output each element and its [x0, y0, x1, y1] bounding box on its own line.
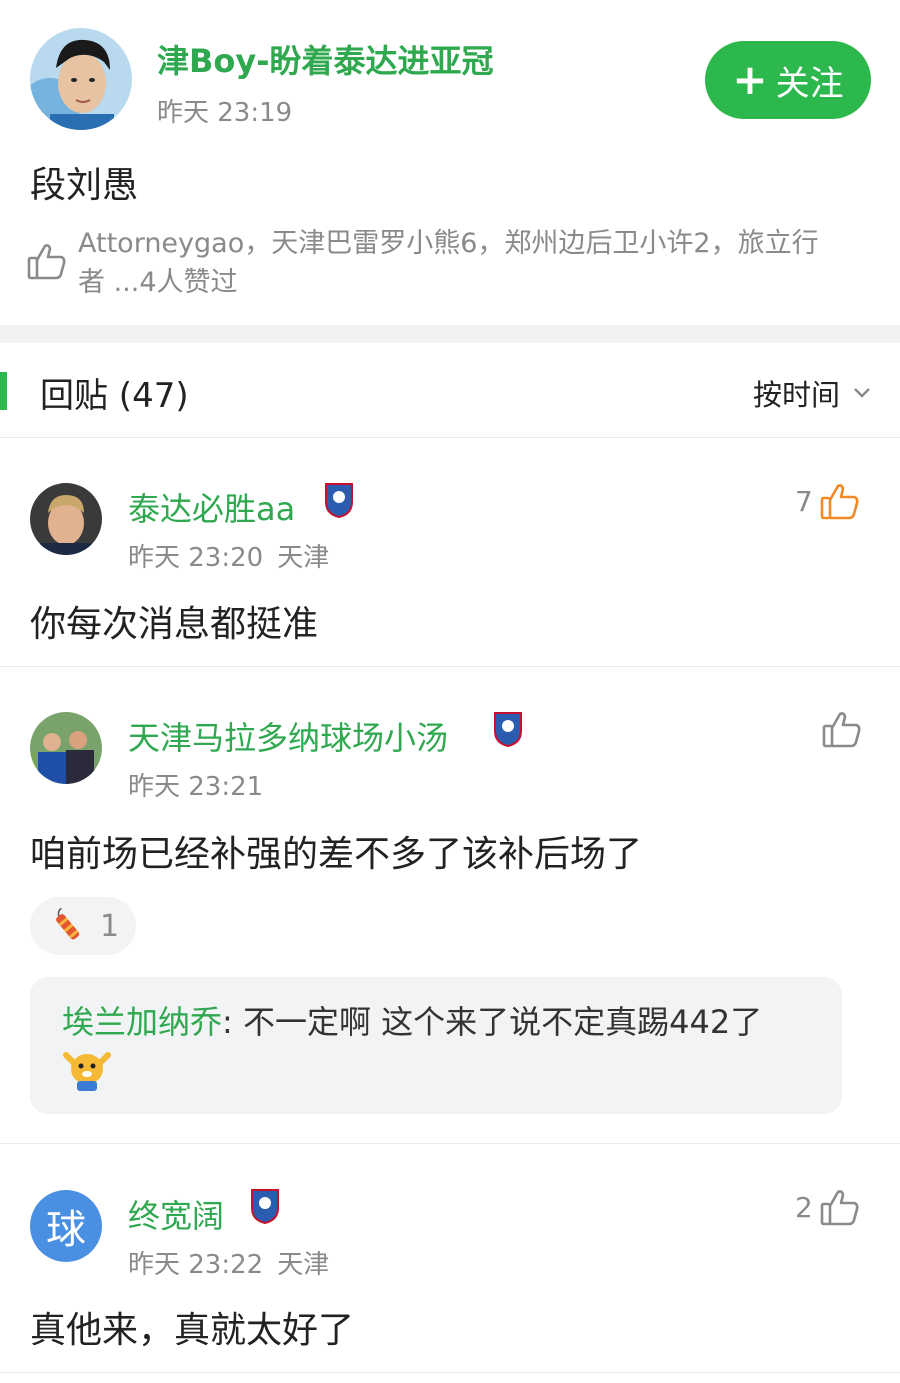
- thumbs-up-icon: [820, 484, 859, 520]
- divider: [0, 1372, 900, 1373]
- comment-like-button[interactable]: 2: [795, 1186, 861, 1228]
- post-time: 昨天 23:19: [157, 98, 293, 128]
- comment-meta: 昨天 23:22 天津: [128, 1250, 330, 1280]
- team-badge-icon: [493, 711, 523, 748]
- comment-username[interactable]: 天津马拉多纳球场小汤: [128, 713, 448, 759]
- section-separator: [0, 325, 900, 343]
- comment-meta: 昨天 23:20 天津: [128, 543, 330, 573]
- comment-username[interactable]: 终宽阔: [128, 1191, 224, 1237]
- like-count: 2: [795, 1190, 813, 1224]
- post-content: 段刘愚: [30, 165, 139, 206]
- thumbs-up-icon: [27, 244, 66, 280]
- sub-reply-username[interactable]: 埃兰加纳乔: [62, 1003, 222, 1041]
- likers-list[interactable]: Attorneygao，天津巴雷罗小熊6，郑州边后卫小许2，旅立行者 ...4人…: [78, 224, 838, 302]
- team-badge-icon: [250, 1188, 280, 1225]
- replies-accent-bar: [0, 372, 7, 410]
- firecracker-icon: [56, 907, 80, 940]
- divider: [0, 437, 900, 438]
- comment-username[interactable]: 泰达必胜aa: [128, 484, 295, 530]
- sub-reply-box[interactable]: 埃兰加纳乔: 不一定啊 这个来了说不定真踢442了: [30, 977, 842, 1114]
- team-badge-icon: [324, 482, 354, 519]
- chevron-down-icon: [854, 388, 870, 398]
- divider: [0, 1143, 900, 1144]
- emoji-sticker-icon: [60, 1045, 114, 1095]
- like-count: 7: [795, 484, 813, 518]
- comment-like-button[interactable]: [821, 708, 863, 750]
- comment-content: 咱前场已经补强的差不多了该补后场了: [30, 834, 643, 875]
- post-like-button[interactable]: [26, 240, 68, 286]
- post-author-avatar[interactable]: [30, 28, 132, 130]
- reaction-chip[interactable]: 1: [30, 897, 136, 955]
- thumbs-up-icon: [822, 712, 861, 748]
- comment-content: 你每次消息都挺准: [30, 604, 319, 645]
- plus-icon: +: [732, 55, 768, 104]
- follow-button[interactable]: + 关注: [705, 41, 871, 119]
- comment-avatar[interactable]: [30, 483, 102, 555]
- sub-reply-text: : 不一定啊 这个来了说不定真踢442了: [222, 1003, 763, 1041]
- replies-title: 回贴 (47): [40, 376, 189, 416]
- comment-like-button[interactable]: 7: [795, 480, 861, 522]
- comment-avatar[interactable]: [30, 712, 102, 784]
- divider: [0, 666, 900, 667]
- comment-meta: 昨天 23:21: [128, 772, 264, 802]
- post-author-name[interactable]: 津Boy-盼着泰达进亚冠: [157, 36, 494, 82]
- reaction-count: 1: [100, 908, 120, 944]
- thumbs-up-icon: [820, 1190, 859, 1226]
- sort-dropdown[interactable]: 按时间: [753, 372, 872, 414]
- comment-content: 真他来，真就太好了: [30, 1310, 355, 1351]
- comment-avatar[interactable]: 球: [30, 1190, 102, 1262]
- sub-reply-line: 埃兰加纳乔: 不一定啊 这个来了说不定真踢442了: [62, 997, 762, 1043]
